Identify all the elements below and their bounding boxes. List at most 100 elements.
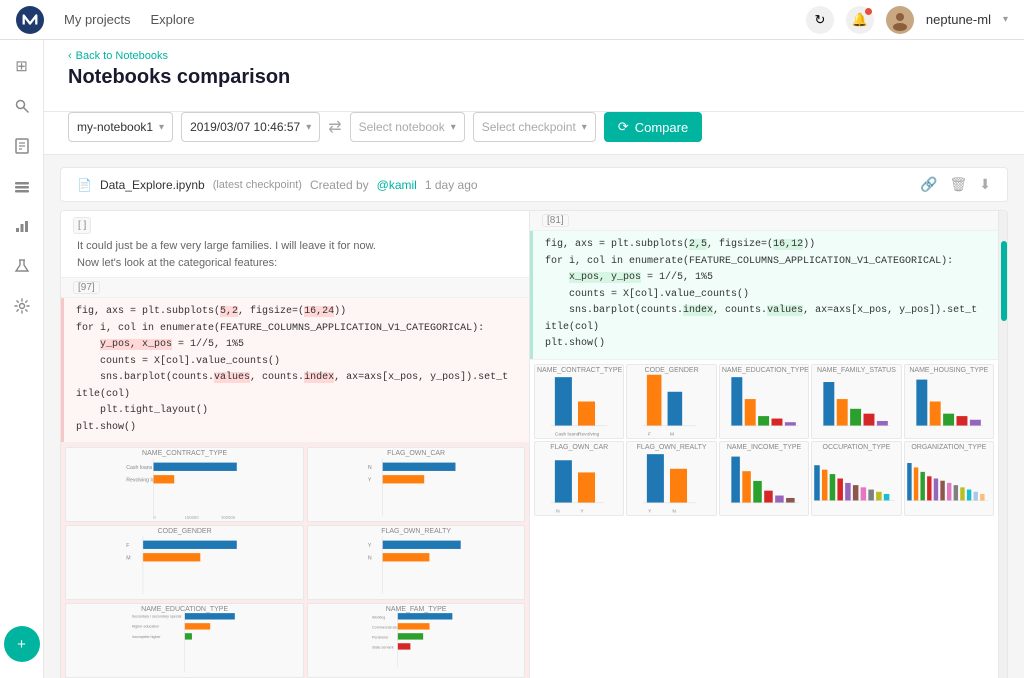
- download-action-icon[interactable]: ⬇: [979, 176, 991, 193]
- checkpoint1-chevron-icon: ▾: [306, 122, 311, 133]
- right-notebook-pane: [81] fig, axs = plt.subplots(2,5, figsiz…: [530, 211, 999, 678]
- right-code-cell: [81] fig, axs = plt.subplots(2,5, figsiz…: [530, 211, 998, 360]
- notebook2-label: Select notebook: [359, 120, 445, 134]
- right-chart-name-income-type: NAME_INCOME_TYPE: [719, 441, 809, 516]
- svg-text:Working: Working: [372, 616, 385, 620]
- svg-text:F: F: [126, 543, 129, 549]
- svg-text:N: N: [368, 555, 372, 561]
- right-code-cell-header: [81]: [530, 211, 998, 231]
- left-chart-name-contract-type: NAME_CONTRACT_TYPE Cash loans Revolving …: [65, 447, 304, 522]
- checkpoint2-chevron-icon: ▾: [582, 122, 587, 133]
- right-chart-occupation-type: OCCUPATION_TYPE: [811, 441, 901, 516]
- right-chart-organization-type: ORGANIZATION_TYPE: [904, 441, 994, 516]
- svg-text:Y: Y: [368, 477, 372, 483]
- shuffle-icon[interactable]: ⇄: [328, 117, 341, 137]
- svg-text:N: N: [673, 508, 677, 514]
- right-chart-flag-own-realty: FLAG_OWN_REALTY Y N: [626, 441, 716, 516]
- svg-text:Cash loans: Cash loans: [126, 465, 152, 471]
- notebook1-chevron-icon: ▾: [159, 122, 164, 133]
- sidebar-item-chart[interactable]: [4, 208, 40, 244]
- svg-text:N: N: [556, 508, 560, 514]
- svg-text:State servant: State servant: [372, 646, 393, 650]
- notebook1-label: my-notebook1: [77, 120, 153, 134]
- sidebar-item-grid[interactable]: ⊞: [4, 48, 40, 84]
- left-notebook-pane: [ ] It could just be a few very large fa…: [61, 211, 530, 678]
- username-chevron-icon: ▾: [1003, 14, 1008, 25]
- notebook1-dropdown[interactable]: my-notebook1 ▾: [68, 112, 173, 142]
- sidebar: ⊞ +: [0, 40, 44, 678]
- svg-text:150000: 150000: [185, 515, 200, 520]
- scroll-bar[interactable]: [999, 211, 1007, 678]
- file-icon: 📄: [77, 178, 92, 192]
- right-chart-name-family-status: NAME_FAMILY_STATUS: [811, 364, 901, 439]
- left-output-cell: [ ] It could just be a few very large fa…: [61, 211, 529, 278]
- svg-text:300000: 300000: [221, 515, 236, 520]
- left-chart-name-fam-type: NAME_FAM_TYPE Working Commercial associa…: [307, 603, 525, 678]
- left-code-content: fig, axs = plt.subplots(5,2, figsize=(16…: [61, 298, 529, 442]
- left-chart-flag-own-realty: FLAG_OWN_REALTY Y N: [307, 525, 525, 600]
- sidebar-item-layers[interactable]: [4, 168, 40, 204]
- left-chart-code-gender: CODE_GENDER F M: [65, 525, 304, 600]
- nav-explore[interactable]: Explore: [150, 12, 194, 27]
- right-chart-name-housing-type: NAME_HOUSING_TYPE: [904, 364, 994, 439]
- right-code-content: fig, axs = plt.subplots(2,5, figsize=(16…: [530, 231, 998, 359]
- left-code-cell: [97] fig, axs = plt.subplots(5,2, figsiz…: [61, 278, 529, 443]
- checkpoint1-dropdown[interactable]: 2019/03/07 10:46:57 ▾: [181, 112, 320, 142]
- nav-right: ↻ 🔔 neptune-ml ▾: [806, 6, 1008, 34]
- compare-label: Compare: [635, 120, 688, 135]
- sidebar-item-experiment[interactable]: [4, 248, 40, 284]
- svg-text:M: M: [126, 555, 130, 561]
- checkpoint2-dropdown[interactable]: Select checkpoint ▾: [473, 112, 596, 142]
- svg-text:Y: Y: [648, 508, 652, 514]
- link-action-icon[interactable]: 🔗: [920, 176, 937, 193]
- svg-text:0: 0: [153, 515, 156, 520]
- page-header: ‹ Back to Notebooks Notebooks comparison: [44, 40, 1024, 112]
- left-chart-name-education-type: NAME_EDUCATION_TYPE Secondary / secondar…: [65, 603, 304, 678]
- left-code-cell-number: [97]: [73, 281, 100, 294]
- checkpoint1-label: 2019/03/07 10:46:57: [190, 120, 300, 134]
- checkpoint2-label: Select checkpoint: [482, 120, 576, 134]
- svg-text:Incomplete higher: Incomplete higher: [132, 635, 162, 639]
- left-charts-area: NAME_CONTRACT_TYPE Cash loans Revolving …: [61, 443, 529, 678]
- svg-text:F: F: [648, 431, 651, 437]
- comparison-area: [ ] It could just be a few very large fa…: [60, 210, 1008, 678]
- file-info-left: 📄 Data_Explore.ipynb (latest checkpoint)…: [77, 178, 478, 192]
- app-logo: [16, 6, 44, 34]
- right-charts-area: NAME_CONTRACT_TYPE Cash loans Revolving …: [530, 360, 998, 520]
- left-output-line-2: Now let's look at the categorical featur…: [77, 255, 517, 272]
- svg-text:Y: Y: [368, 543, 372, 549]
- left-chart-flag-own-car: FLAG_OWN_CAR N Y: [307, 447, 525, 522]
- compare-icon: ⟳: [618, 119, 629, 135]
- username-label: neptune-ml: [926, 12, 991, 27]
- file-author: @kamil: [377, 178, 417, 192]
- right-chart-name-contract-type: NAME_CONTRACT_TYPE Cash loans Revolving: [534, 364, 624, 439]
- avatar: [886, 6, 914, 34]
- sidebar-item-settings[interactable]: [4, 288, 40, 324]
- main-content: ‹ Back to Notebooks Notebooks comparison…: [44, 40, 1024, 678]
- right-chart-name-education-type: NAME_EDUCATION_TYPE: [719, 364, 809, 439]
- refresh-icon: ↻: [814, 12, 825, 28]
- left-cell-output: [ ] It could just be a few very large fa…: [61, 211, 529, 277]
- sidebar-item-notebook[interactable]: [4, 128, 40, 164]
- svg-text:Y: Y: [580, 508, 584, 514]
- sidebar-add-button[interactable]: +: [4, 626, 40, 662]
- left-output-number: [ ]: [73, 217, 91, 234]
- file-checkpoint: (latest checkpoint): [213, 179, 302, 191]
- svg-text:N: N: [368, 465, 372, 471]
- right-code-cell-number: [81]: [542, 214, 569, 227]
- file-time-ago: 1 day ago: [425, 178, 478, 192]
- left-output-line-1: It could just be a few very large famili…: [77, 238, 517, 255]
- toolbar: my-notebook1 ▾ 2019/03/07 10:46:57 ▾ ⇄ S…: [44, 112, 1024, 155]
- left-code-cell-header: [97]: [61, 278, 529, 298]
- compare-button[interactable]: ⟳ Compare: [604, 112, 702, 142]
- refresh-button[interactable]: ↻: [806, 6, 834, 34]
- file-info-bar: 📄 Data_Explore.ipynb (latest checkpoint)…: [60, 167, 1008, 202]
- notebook2-chevron-icon: ▾: [451, 122, 456, 133]
- sidebar-item-search[interactable]: [4, 88, 40, 124]
- back-link[interactable]: ‹ Back to Notebooks: [68, 50, 1000, 62]
- nav-my-projects[interactable]: My projects: [64, 12, 130, 27]
- notifications-button[interactable]: 🔔: [846, 6, 874, 34]
- delete-action-icon[interactable]: 🗑: [949, 176, 967, 193]
- file-name: Data_Explore.ipynb: [100, 178, 205, 192]
- notebook2-dropdown[interactable]: Select notebook ▾: [350, 112, 465, 142]
